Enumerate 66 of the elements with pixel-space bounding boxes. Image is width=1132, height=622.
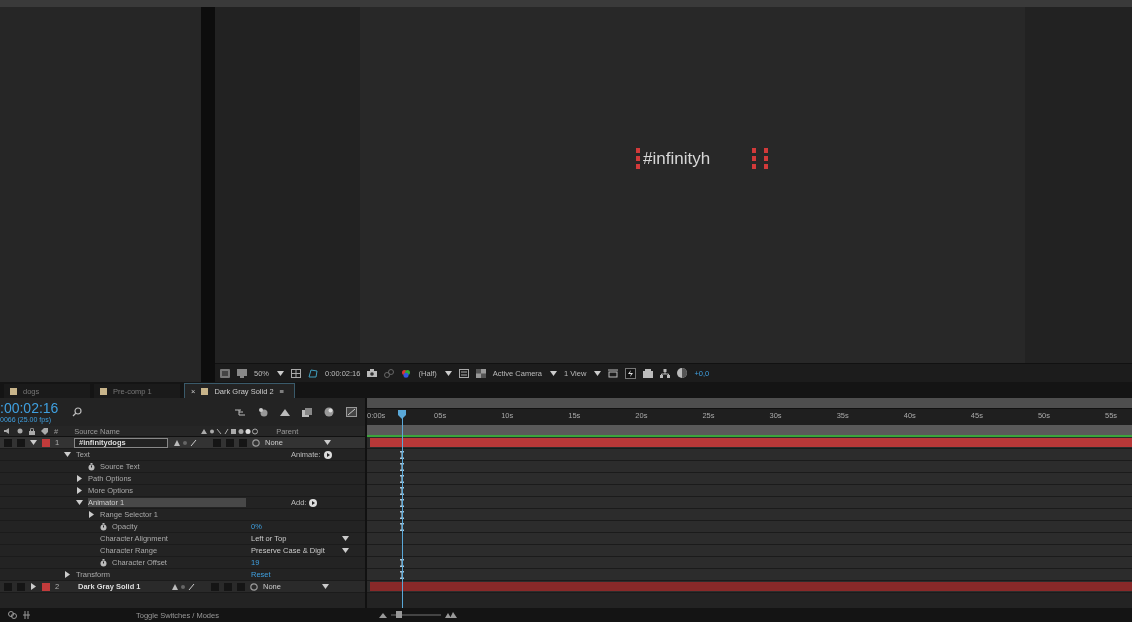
collapse-triangle-icon[interactable] bbox=[30, 439, 37, 446]
mask-icon[interactable] bbox=[308, 368, 318, 378]
fast-preview-icon[interactable] bbox=[625, 367, 637, 379]
tree-icon[interactable] bbox=[235, 408, 246, 416]
caret-icon[interactable] bbox=[322, 584, 329, 589]
switch-checkbox[interactable] bbox=[17, 438, 25, 447]
switches-icons[interactable] bbox=[173, 438, 197, 447]
bounding-box-handle[interactable] bbox=[764, 148, 768, 169]
region-icon[interactable] bbox=[458, 368, 469, 378]
lock-icon[interactable] bbox=[29, 427, 35, 435]
expand-triangle-icon[interactable] bbox=[76, 487, 83, 494]
expand-triangle-icon[interactable] bbox=[88, 511, 95, 518]
stopwatch-icon[interactable] bbox=[88, 462, 95, 471]
stopwatch-icon[interactable] bbox=[100, 558, 107, 567]
expand-triangle-icon[interactable] bbox=[64, 571, 71, 578]
expand-triangle-icon[interactable] bbox=[76, 475, 83, 482]
switch-checkbox[interactable] bbox=[4, 438, 12, 447]
label-color-swatch[interactable] bbox=[42, 582, 50, 591]
caret-icon[interactable] bbox=[277, 370, 284, 376]
solo-icon[interactable] bbox=[17, 428, 23, 434]
collapse-triangle-icon[interactable] bbox=[64, 451, 71, 458]
label-tag-icon[interactable] bbox=[41, 427, 48, 435]
link-icon[interactable] bbox=[384, 368, 395, 378]
transparency-grid-icon[interactable] bbox=[475, 368, 486, 378]
switch-checkbox[interactable] bbox=[213, 438, 221, 447]
layer-shy-icon[interactable] bbox=[258, 407, 268, 417]
composition-flow-icon[interactable] bbox=[8, 611, 17, 619]
pick-whip-icon[interactable] bbox=[252, 438, 260, 447]
bounding-box-handle[interactable] bbox=[752, 148, 756, 169]
stopwatch-icon[interactable] bbox=[100, 522, 107, 531]
collapse-triangle-icon[interactable] bbox=[76, 499, 83, 506]
pixel-aspect-icon[interactable] bbox=[608, 368, 619, 378]
exposure-icon[interactable] bbox=[677, 368, 688, 378]
graph-editor-icon[interactable] bbox=[346, 407, 357, 417]
caret-icon[interactable] bbox=[550, 370, 557, 376]
switches-icons[interactable] bbox=[171, 582, 195, 591]
mountain-icon[interactable] bbox=[280, 408, 290, 416]
switch-checkbox[interactable] bbox=[226, 438, 234, 447]
label-color-swatch[interactable] bbox=[42, 438, 50, 447]
play-circle-icon[interactable] bbox=[309, 498, 318, 507]
color-channels-icon[interactable] bbox=[401, 368, 412, 378]
flowchart-icon[interactable] bbox=[660, 368, 671, 378]
camera-icon[interactable] bbox=[367, 369, 378, 377]
caret-icon[interactable] bbox=[594, 370, 602, 376]
bounding-box-handle[interactable] bbox=[636, 148, 640, 169]
timeline-icon[interactable] bbox=[643, 368, 654, 378]
zoom-in-icon[interactable] bbox=[445, 612, 457, 618]
expand-triangle-icon[interactable] bbox=[30, 583, 37, 590]
motion-blur-icon[interactable] bbox=[324, 407, 334, 417]
zoom-out-icon[interactable] bbox=[379, 612, 387, 618]
speaker-icon[interactable] bbox=[4, 428, 11, 434]
play-circle-icon[interactable] bbox=[323, 450, 332, 459]
slider-thumb[interactable] bbox=[395, 611, 402, 618]
frames-icon[interactable] bbox=[302, 407, 312, 417]
caret-icon[interactable] bbox=[324, 440, 331, 445]
monitor-icon[interactable] bbox=[237, 368, 247, 378]
pick-whip-icon[interactable] bbox=[250, 582, 258, 591]
switch-checkbox[interactable] bbox=[239, 438, 247, 447]
canvas-text[interactable]: #infinityh bbox=[643, 149, 711, 169]
caret-icon[interactable] bbox=[444, 370, 452, 376]
search-icon[interactable] bbox=[72, 407, 82, 417]
snapshot-icon[interactable] bbox=[220, 368, 230, 378]
current-time[interactable]: :00:02:16 bbox=[0, 401, 64, 416]
switches-icons[interactable] bbox=[200, 427, 261, 435]
braces-icon[interactable] bbox=[23, 611, 30, 619]
grid-icon[interactable] bbox=[291, 368, 301, 378]
